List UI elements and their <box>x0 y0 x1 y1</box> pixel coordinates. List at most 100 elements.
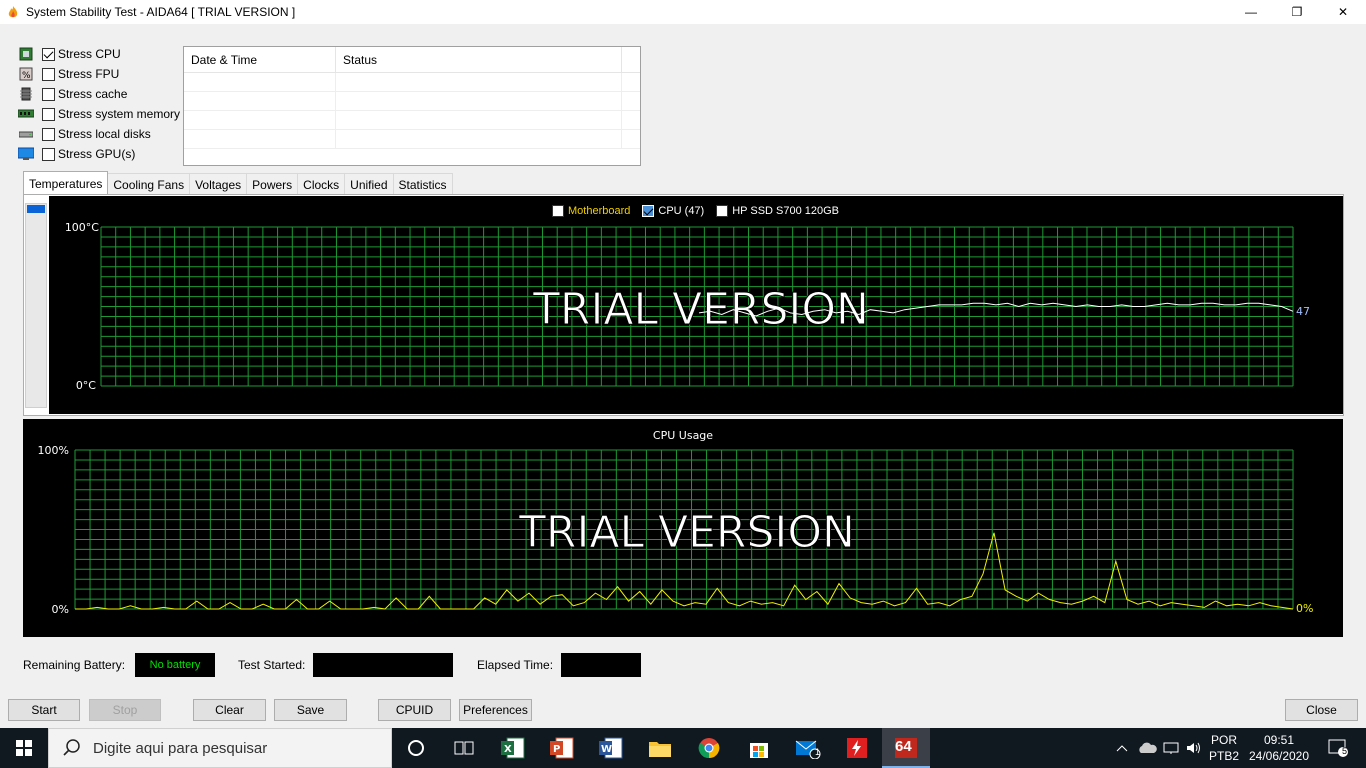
svg-text:P: P <box>553 744 560 755</box>
battery-value: No battery <box>135 653 215 677</box>
svg-text:X: X <box>504 744 512 755</box>
column-header-status[interactable]: Status <box>336 47 622 72</box>
tab-temperatures[interactable]: Temperatures <box>23 171 109 194</box>
task-view-button[interactable] <box>440 728 488 768</box>
mail-badge: 1 <box>815 747 821 757</box>
tab-unified[interactable]: Unified <box>344 173 394 194</box>
stress-memory-checkbox[interactable] <box>42 107 55 121</box>
store-taskbar-button[interactable] <box>735 728 783 768</box>
input-language-2[interactable]: PTB2 <box>1206 749 1242 763</box>
preferences-button[interactable]: Preferences <box>459 699 532 721</box>
start-button[interactable]: Start <box>8 699 80 721</box>
stress-disks-label: Stress local disks <box>58 127 151 141</box>
stress-disks-option[interactable]: Stress local disks <box>18 124 180 144</box>
input-language-1[interactable]: POR <box>1206 733 1242 747</box>
cpu-y-bottom-label: 0% <box>52 603 69 616</box>
test-started-label: Test Started: <box>238 658 306 672</box>
start-menu-button[interactable] <box>0 728 48 768</box>
cpu-legend-label[interactable]: CPU (47) <box>658 205 704 217</box>
network-tray-button[interactable] <box>1160 728 1182 768</box>
cortana-button[interactable] <box>392 728 440 768</box>
clock-date[interactable]: 24/06/2020 <box>1246 749 1312 763</box>
svg-text:W: W <box>601 744 612 755</box>
chevron-up-icon <box>1116 745 1128 752</box>
powerpoint-taskbar-button[interactable]: P <box>538 728 586 768</box>
stop-button[interactable]: Stop <box>89 699 161 721</box>
temp-current-value: 47 <box>1296 305 1310 318</box>
tab-clocks[interactable]: Clocks <box>297 173 346 194</box>
cache-icon <box>18 87 34 101</box>
minimize-button[interactable]: — <box>1228 0 1274 24</box>
temp-y-bottom-label: 0°C <box>76 379 96 392</box>
memory-icon <box>18 107 34 121</box>
stress-fpu-checkbox[interactable] <box>42 67 55 81</box>
flame-app-icon <box>8 6 18 18</box>
aida64-taskbar-button[interactable]: 64 <box>882 728 930 768</box>
elapsed-time-value <box>561 653 641 677</box>
cpu-icon <box>18 47 34 61</box>
temperature-graph-canvas: 100°C 0°C TRIAL VERSION 47 <box>65 221 1310 392</box>
word-taskbar-button[interactable]: W <box>587 728 635 768</box>
stress-gpu-option[interactable]: Stress GPU(s) <box>18 144 180 164</box>
taskbar-search-box[interactable]: Digite aqui para pesquisar <box>48 728 392 768</box>
flash-app-taskbar-button[interactable] <box>833 728 881 768</box>
table-row <box>184 111 640 130</box>
save-button[interactable]: Save <box>274 699 347 721</box>
tab-voltages[interactable]: Voltages <box>189 173 248 194</box>
word-icon: W <box>599 737 623 759</box>
table-row <box>184 130 640 149</box>
cpu-legend-checkbox[interactable] <box>642 205 655 217</box>
ssd-legend-checkbox[interactable] <box>716 205 729 217</box>
event-log-table[interactable]: Date & Time Status <box>183 46 641 166</box>
stress-cache-checkbox[interactable] <box>42 87 55 101</box>
action-center-button[interactable]: 5 <box>1318 728 1358 768</box>
cpu-usage-graph-canvas: CPU Usage 100% 0% TRIAL VERSION 0% <box>38 429 1314 616</box>
network-icon <box>1163 742 1179 754</box>
stress-cache-option[interactable]: Stress cache <box>18 84 180 104</box>
scroll-thumb[interactable] <box>27 205 45 213</box>
cpuid-button[interactable]: CPUID <box>378 699 451 721</box>
stress-cpu-option[interactable]: Stress CPU <box>18 44 180 64</box>
stress-options: Stress CPU % Stress FPU Stress cache Str… <box>18 44 180 164</box>
chrome-taskbar-button[interactable] <box>685 728 733 768</box>
stress-memory-option[interactable]: Stress system memory <box>18 104 180 124</box>
stress-cache-label: Stress cache <box>58 87 128 101</box>
file-explorer-taskbar-button[interactable] <box>636 728 684 768</box>
motherboard-legend-label[interactable]: Motherboard <box>568 205 630 217</box>
onedrive-tray-button[interactable] <box>1136 728 1158 768</box>
excel-icon: X <box>501 737 525 759</box>
sensor-scrollbar[interactable] <box>25 203 47 408</box>
volume-tray-button[interactable] <box>1183 728 1205 768</box>
temp-y-top-label: 100°C <box>65 221 99 234</box>
close-window-button[interactable]: ✕ <box>1320 0 1366 24</box>
cpu-usage-title: CPU Usage <box>653 429 713 442</box>
tab-statistics[interactable]: Statistics <box>392 173 453 194</box>
windows-taskbar: Digite aqui para pesquisar X P W 1 64 PO… <box>0 728 1366 768</box>
ssd-legend-label[interactable]: HP SSD S700 120GB <box>732 205 839 217</box>
column-header-datetime[interactable]: Date & Time <box>184 47 336 72</box>
search-placeholder: Digite aqui para pesquisar <box>93 739 268 757</box>
chrome-icon <box>698 738 720 759</box>
motherboard-legend-checkbox[interactable] <box>552 205 564 217</box>
stress-memory-label: Stress system memory <box>58 107 181 121</box>
stress-disks-checkbox[interactable] <box>42 127 55 141</box>
elapsed-time-label: Elapsed Time: <box>477 658 554 672</box>
store-icon <box>750 743 768 758</box>
cpu-current-value: 0% <box>1296 602 1313 615</box>
svg-text:%: % <box>22 71 31 81</box>
tab-cooling-fans[interactable]: Cooling Fans <box>107 173 191 194</box>
mail-taskbar-button[interactable]: 1 <box>784 728 832 768</box>
temperature-graph: 100°C 0°C TRIAL VERSION 47 Motherboard C… <box>49 196 1343 414</box>
stress-cpu-checkbox[interactable] <box>42 47 55 61</box>
maximize-button[interactable]: ❐ <box>1274 0 1320 24</box>
tab-powers[interactable]: Powers <box>246 173 299 194</box>
powerpoint-icon: P <box>550 737 574 759</box>
clock-time[interactable]: 09:51 <box>1246 733 1312 747</box>
stress-gpu-checkbox[interactable] <box>42 147 55 161</box>
battery-label: Remaining Battery: <box>23 658 126 672</box>
close-button[interactable]: Close <box>1285 699 1358 721</box>
tray-overflow-button[interactable] <box>1112 728 1132 768</box>
clear-button[interactable]: Clear <box>193 699 266 721</box>
excel-taskbar-button[interactable]: X <box>489 728 537 768</box>
stress-fpu-option[interactable]: % Stress FPU <box>18 64 180 84</box>
